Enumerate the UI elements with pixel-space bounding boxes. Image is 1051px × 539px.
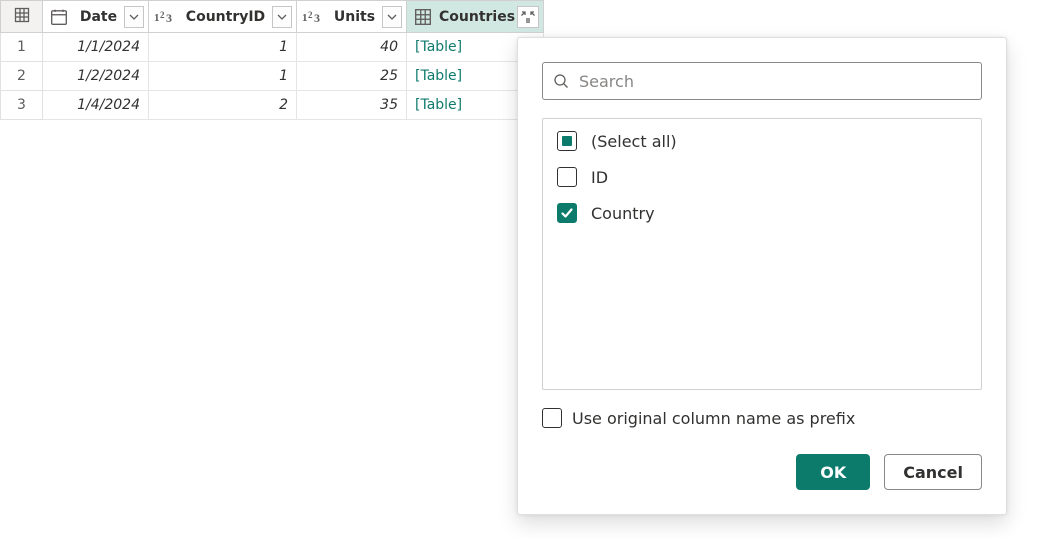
expand-icon [521,10,535,24]
chevron-down-icon [387,12,397,22]
search-box[interactable] [542,62,982,100]
corner-cell[interactable] [1,1,43,33]
cell-date[interactable]: 1/2/2024 [43,62,149,91]
table-row[interactable]: 2 1/2/2024 1 25 [Table] [1,62,544,91]
query-table: Date 123 CountryID [0,0,544,120]
svg-text:1: 1 [154,12,160,24]
checkbox-checked-icon [557,203,577,223]
button-row: OK Cancel [542,454,982,490]
filter-dropdown[interactable] [124,6,144,28]
select-all-option[interactable]: (Select all) [557,131,967,151]
table-type-icon [411,6,435,28]
filter-dropdown[interactable] [382,6,402,28]
col-label: Units [327,9,382,25]
cancel-button[interactable]: Cancel [884,454,982,490]
svg-text:1: 1 [302,12,308,24]
ok-button[interactable]: OK [796,454,870,490]
table-row[interactable]: 3 1/4/2024 2 35 [Table] [1,91,544,120]
svg-text:2: 2 [308,10,313,20]
col-label: Date [73,9,124,25]
col-label: CountryID [179,9,272,25]
cell-countryid[interactable]: 1 [149,62,297,91]
chevron-down-icon [129,12,139,22]
prefix-option[interactable]: Use original column name as prefix [542,408,982,428]
expand-button[interactable] [517,6,539,28]
checkbox-unchecked-icon [542,408,562,428]
table-row[interactable]: 1 1/1/2024 1 40 [Table] [1,33,544,62]
row-index[interactable]: 3 [1,91,43,120]
col-header-units[interactable]: 123 Units [297,1,407,33]
filter-dropdown[interactable] [272,6,292,28]
col-header-date[interactable]: Date [43,1,149,33]
expand-column-popup: (Select all) ID Country Use original col… [517,37,1007,515]
option-label: ID [591,168,608,187]
cell-date[interactable]: 1/4/2024 [43,91,149,120]
search-icon [553,73,569,89]
svg-text:3: 3 [166,11,172,25]
row-index[interactable]: 2 [1,62,43,91]
column-checklist: (Select all) ID Country [542,118,982,390]
search-input[interactable] [579,72,971,91]
date-type-icon [47,6,71,28]
svg-text:2: 2 [160,10,165,20]
checkbox-unchecked-icon [557,167,577,187]
svg-text:3: 3 [314,11,320,25]
column-option-country[interactable]: Country [557,203,967,223]
checkbox-indeterminate-icon [557,131,577,151]
cell-units[interactable]: 35 [297,91,407,120]
col-label: Countries [437,9,517,25]
option-label: Country [591,204,655,223]
option-label: (Select all) [591,132,677,151]
number-type-icon: 123 [301,6,325,28]
cell-date[interactable]: 1/1/2024 [43,33,149,62]
row-index[interactable]: 1 [1,33,43,62]
prefix-label: Use original column name as prefix [572,409,855,428]
cell-countryid[interactable]: 2 [149,91,297,120]
col-header-countries[interactable]: Countries [407,1,544,33]
cell-units[interactable]: 40 [297,33,407,62]
cell-countryid[interactable]: 1 [149,33,297,62]
col-header-countryid[interactable]: 123 CountryID [149,1,297,33]
cell-units[interactable]: 25 [297,62,407,91]
number-type-icon: 123 [153,6,177,28]
chevron-down-icon [277,12,287,22]
column-option-id[interactable]: ID [557,167,967,187]
